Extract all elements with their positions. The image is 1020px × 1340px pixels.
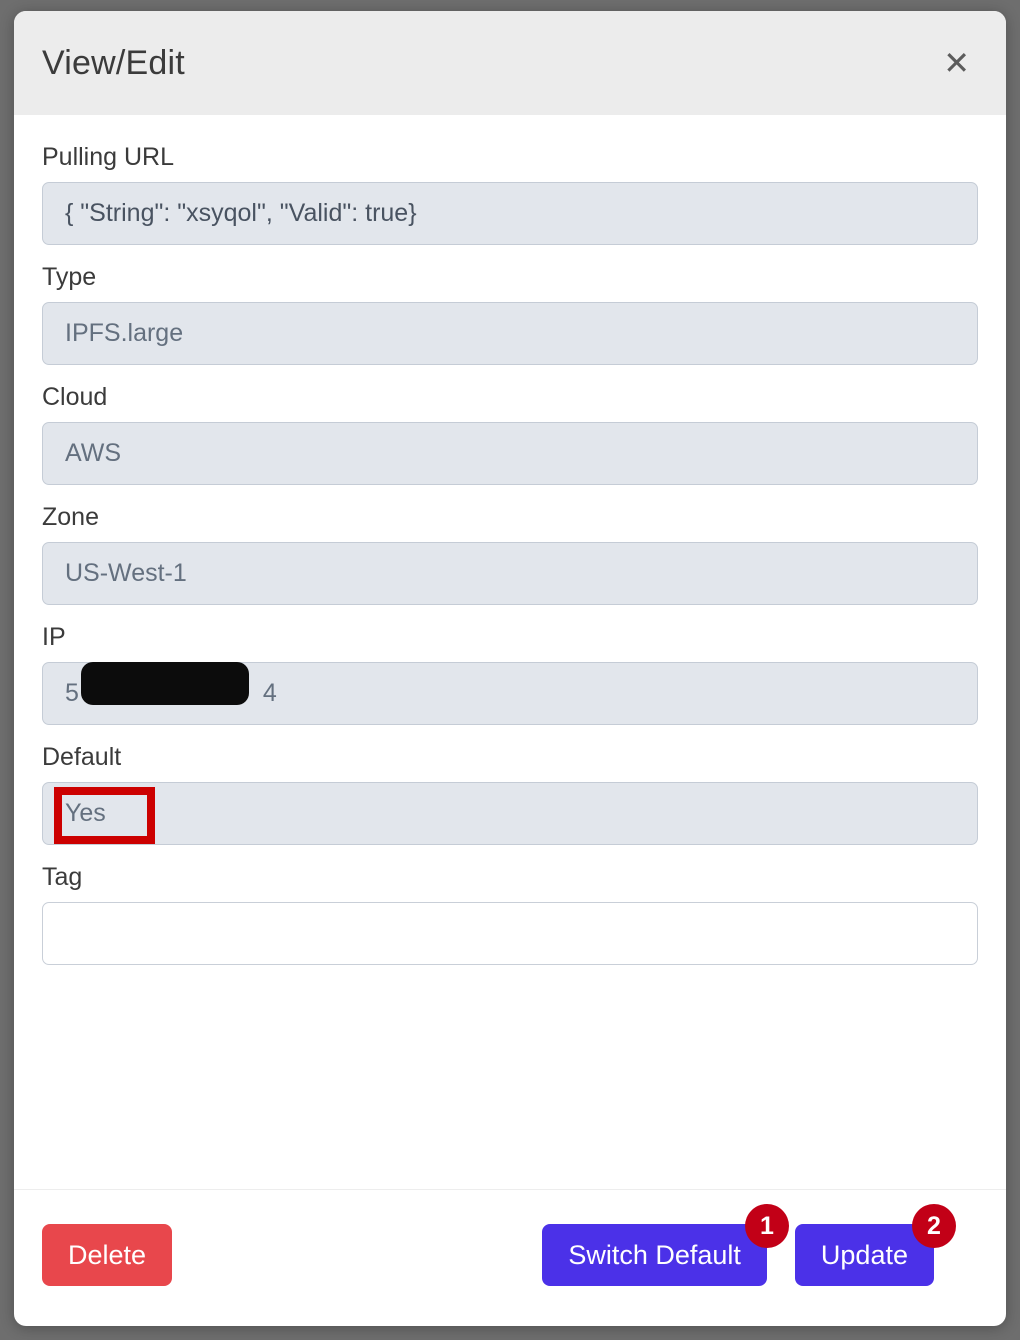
- field-type: Type IPFS.large: [42, 263, 978, 365]
- zone-input[interactable]: US-West-1: [42, 542, 978, 605]
- field-default: Default Yes: [42, 743, 978, 845]
- modal-footer: Delete Switch Default 1 Update 2: [14, 1189, 1006, 1326]
- pulling-url-input[interactable]: { "String": "xsyqol", "Valid": true}: [42, 182, 978, 245]
- type-input[interactable]: IPFS.large: [42, 302, 978, 365]
- close-icon[interactable]: ✕: [935, 43, 978, 83]
- field-label-pulling-url: Pulling URL: [42, 143, 175, 171]
- field-label-ip: IP: [42, 623, 66, 651]
- ip-value: 5 4: [65, 662, 277, 708]
- field-zone: Zone US-West-1: [42, 503, 978, 605]
- ip-input[interactable]: 5 4: [42, 662, 978, 725]
- delete-button[interactable]: Delete: [42, 1224, 173, 1286]
- cloud-input[interactable]: AWS: [42, 422, 978, 485]
- redaction-bar: [81, 662, 249, 705]
- update-button-label: Update: [820, 1239, 908, 1270]
- modal-header: View/Edit ✕: [14, 11, 1006, 115]
- field-ip: IP 5 4: [42, 623, 978, 725]
- switch-default-button-label: Switch Default: [568, 1239, 741, 1270]
- tag-input[interactable]: [42, 902, 978, 965]
- step-badge-1: 1: [744, 1204, 789, 1248]
- field-label-tag: Tag: [42, 863, 83, 891]
- switch-default-button[interactable]: Switch Default 1: [542, 1204, 789, 1286]
- field-label-cloud: Cloud: [42, 383, 108, 411]
- modal-title: View/Edit: [42, 43, 185, 82]
- update-button[interactable]: Update 2: [794, 1204, 956, 1286]
- modal-body: Pulling URL { "String": "xsyqol", "Valid…: [14, 115, 1006, 1189]
- field-pulling-url: Pulling URL { "String": "xsyqol", "Valid…: [42, 143, 978, 245]
- view-edit-modal: View/Edit ✕ Pulling URL { "String": "xsy…: [14, 11, 1006, 1326]
- footer-actions: Switch Default 1 Update 2: [542, 1204, 978, 1286]
- step-badge-2: 2: [912, 1204, 956, 1248]
- field-label-type: Type: [42, 263, 97, 291]
- field-cloud: Cloud AWS: [42, 383, 978, 485]
- field-tag: Tag: [42, 863, 978, 965]
- field-label-zone: Zone: [42, 503, 99, 531]
- field-label-default: Default: [42, 743, 122, 771]
- ip-value-prefix: 5: [65, 679, 79, 707]
- default-input[interactable]: Yes: [42, 782, 978, 845]
